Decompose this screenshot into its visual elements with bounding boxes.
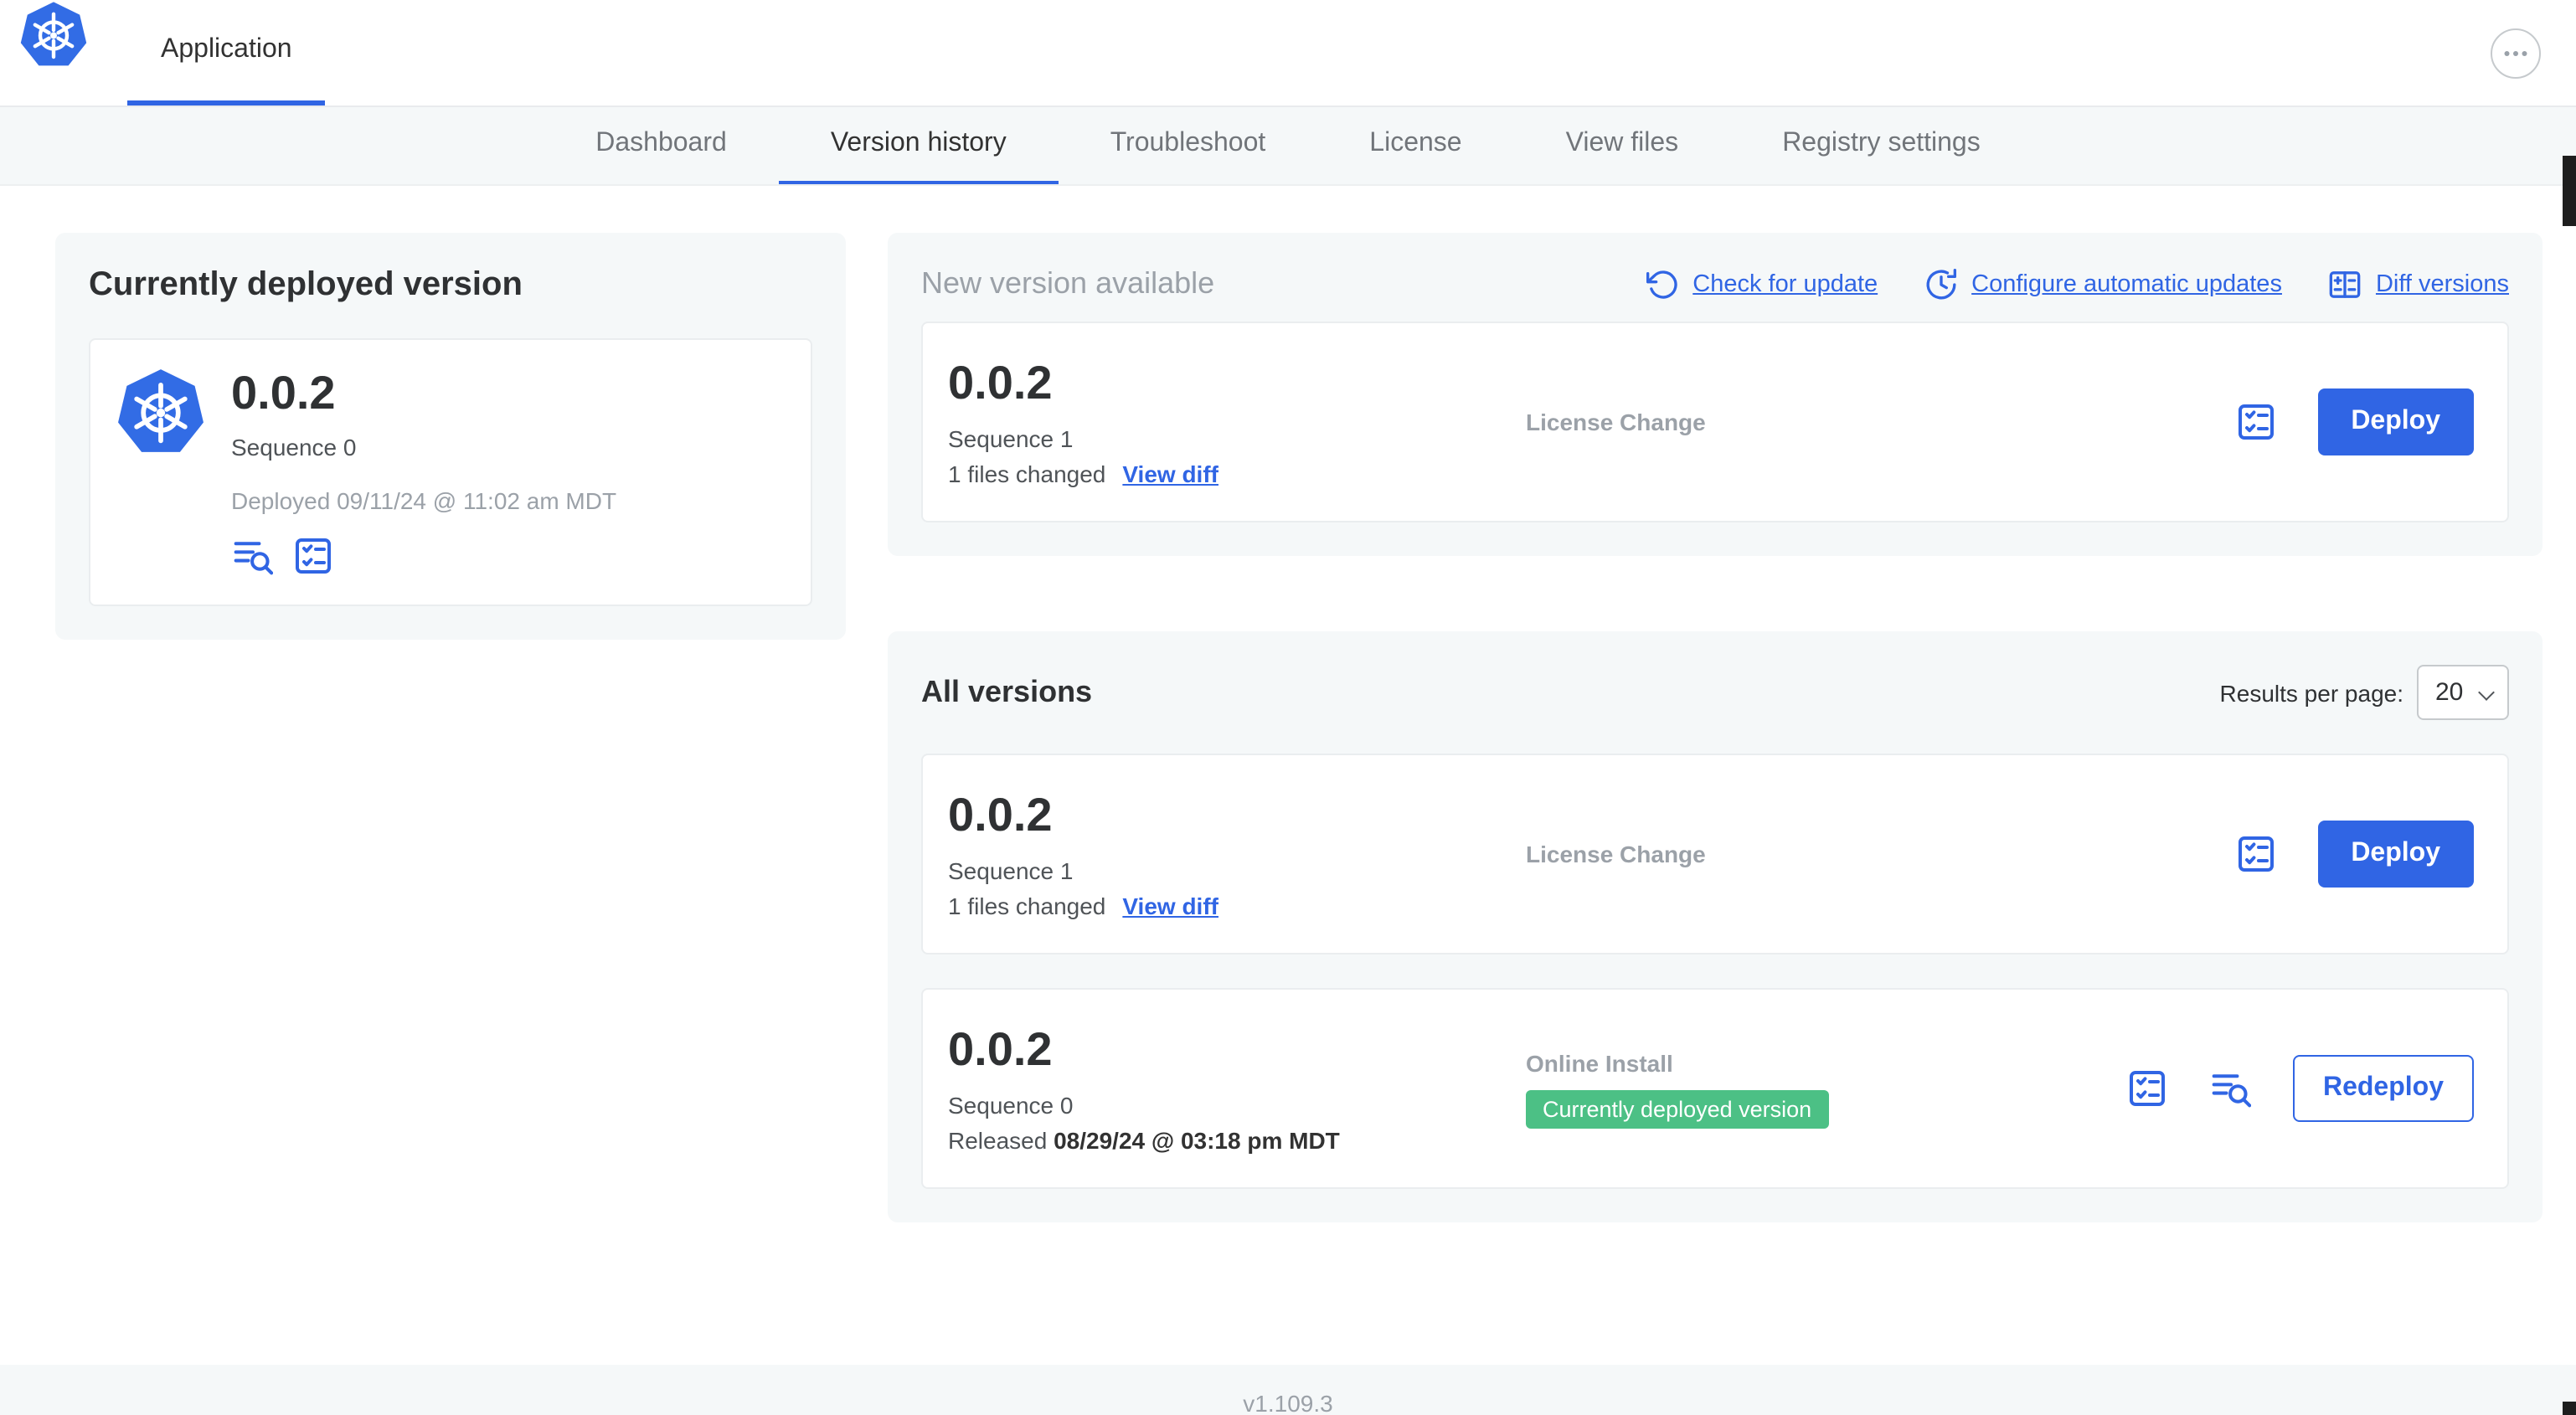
config-checklist-icon xyxy=(2235,402,2275,442)
version-actions: Check for update Configure automatic upd… xyxy=(1646,267,2509,301)
new-version-panel-head: New version available Check for update C… xyxy=(921,266,2509,301)
source-label: License Change xyxy=(1526,841,1706,867)
released-row: Released 08/29/24 @ 03:18 pm MDT xyxy=(948,1126,1526,1153)
view-config-button[interactable] xyxy=(2125,1067,2169,1110)
all-versions-panel: All versions Results per page: 20 0.0.2 xyxy=(888,631,2543,1222)
source-label: Online Install xyxy=(1526,1049,1673,1076)
version-number: 0.0.2 xyxy=(948,789,1053,841)
current-version-info: 0.0.2 Sequence 0 Deployed 09/11/24 @ 11:… xyxy=(231,367,616,578)
results-per-page-label: Results per page: xyxy=(2219,679,2403,706)
view-config-button[interactable] xyxy=(2233,400,2277,444)
version-card-actions: Deploy xyxy=(2233,821,2474,888)
version-number: 0.0.2 xyxy=(948,1023,1053,1076)
header-spacer xyxy=(326,0,2491,105)
tab-troubleshoot[interactable]: Troubleshoot xyxy=(1059,107,1318,184)
release-notes-button[interactable] xyxy=(2209,1067,2253,1110)
results-per-page: Results per page: 20 xyxy=(2220,665,2509,720)
current-version-sequence: Sequence 0 xyxy=(231,434,357,461)
version-info: 0.0.2 Sequence 1 1 files changed View di… xyxy=(948,358,1526,486)
refresh-icon xyxy=(1646,267,1679,301)
version-row: 0.0.2 Sequence 0 Released 08/29/24 @ 03:… xyxy=(921,988,2509,1189)
check-for-update-label: Check for update xyxy=(1692,270,1878,297)
clock-update-icon xyxy=(1924,267,1958,301)
release-notes-icon xyxy=(233,536,273,576)
app-footer: v1.109.3 xyxy=(0,1365,2576,1415)
version-sequence: Sequence 0 xyxy=(948,1091,1074,1119)
version-row: 0.0.2 Sequence 1 1 files changed View di… xyxy=(921,754,2509,954)
config-checklist-icon xyxy=(2127,1068,2167,1109)
new-version-title: New version available xyxy=(921,266,1215,300)
version-sequence: Sequence 1 xyxy=(948,424,1074,452)
version-source: License Change xyxy=(1526,409,2233,435)
kots-admin-console: Application Dashboard Version history Tr… xyxy=(0,0,2576,1415)
tab-view-files[interactable]: View files xyxy=(1514,107,1731,184)
all-versions-title: All versions xyxy=(921,675,1093,708)
release-notes-button[interactable] xyxy=(231,534,275,578)
results-per-page-select-wrap: 20 xyxy=(2417,665,2509,720)
kubernetes-logo xyxy=(117,367,204,454)
all-versions-panel-head: All versions Results per page: 20 xyxy=(921,665,2509,720)
configure-automatic-updates-link[interactable]: Configure automatic updates xyxy=(1924,267,2282,301)
files-changed-label: 1 files changed xyxy=(948,892,1106,919)
config-checklist-icon xyxy=(2235,834,2275,874)
check-for-update-link[interactable]: Check for update xyxy=(1646,267,1878,301)
deploy-button[interactable]: Deploy xyxy=(2317,821,2474,888)
diff-versions-label: Diff versions xyxy=(2375,270,2509,297)
app-subnav: Dashboard Version history Troubleshoot L… xyxy=(0,107,2576,186)
tab-dashboard[interactable]: Dashboard xyxy=(544,107,779,184)
tab-version-history[interactable]: Version history xyxy=(778,107,1059,184)
redeploy-button[interactable]: Redeploy xyxy=(2292,1055,2474,1122)
configure-automatic-updates-label: Configure automatic updates xyxy=(1971,270,2282,297)
files-changed-label: 1 files changed xyxy=(948,460,1106,487)
tab-license[interactable]: License xyxy=(1317,107,1513,184)
results-per-page-select[interactable]: 20 xyxy=(2417,665,2509,720)
files-changed-row: 1 files changed View diff xyxy=(948,460,1526,486)
console-version: v1.109.3 xyxy=(1243,1390,1333,1415)
config-checklist-icon xyxy=(293,536,333,576)
currently-deployed-panel: Currently deployed version 0.0.2 Sequenc… xyxy=(55,233,846,641)
current-version-deployed-at: Deployed 09/11/24 @ 11:02 am MDT xyxy=(231,487,617,515)
current-version-number: 0.0.2 xyxy=(231,367,336,419)
version-sequence: Sequence 1 xyxy=(948,857,1074,884)
version-source: Online Install Currently deployed versio… xyxy=(1526,1049,2125,1128)
released-date: 08/29/24 @ 03:18 pm MDT xyxy=(1054,1126,1340,1154)
currently-deployed-badge: Currently deployed version xyxy=(1526,1089,1829,1128)
current-version-actions xyxy=(231,534,616,578)
scrollbar-corner xyxy=(2563,1402,2576,1415)
scrollbar-thumb[interactable] xyxy=(2563,156,2576,226)
more-menu-button[interactable] xyxy=(2491,28,2541,78)
app-header: Application xyxy=(0,0,2576,107)
new-version-panel: New version available Check for update C… xyxy=(888,233,2543,556)
view-config-button[interactable] xyxy=(291,534,335,578)
diff-icon xyxy=(2329,267,2362,301)
right-column: New version available Check for update C… xyxy=(888,233,2543,1222)
kubernetes-logo xyxy=(20,0,87,105)
version-number: 0.0.2 xyxy=(948,357,1053,409)
tab-application-label: Application xyxy=(161,35,292,64)
ellipsis-icon xyxy=(2501,38,2531,68)
view-diff-link[interactable]: View diff xyxy=(1122,892,1218,918)
version-info: 0.0.2 Sequence 0 Released 08/29/24 @ 03:… xyxy=(948,1024,1526,1153)
view-config-button[interactable] xyxy=(2233,832,2277,876)
new-version-card: 0.0.2 Sequence 1 1 files changed View di… xyxy=(921,322,2509,522)
released-label: Released xyxy=(948,1126,1048,1154)
currently-deployed-card: 0.0.2 Sequence 0 Deployed 09/11/24 @ 11:… xyxy=(89,338,812,607)
view-diff-link[interactable]: View diff xyxy=(1122,460,1218,486)
main-content: Currently deployed version 0.0.2 Sequenc… xyxy=(0,186,2576,1365)
version-card-actions: Deploy xyxy=(2233,388,2474,455)
tab-registry-settings[interactable]: Registry settings xyxy=(1730,107,2032,184)
diff-versions-link[interactable]: Diff versions xyxy=(2329,267,2509,301)
version-info: 0.0.2 Sequence 1 1 files changed View di… xyxy=(948,790,1526,918)
version-source: License Change xyxy=(1526,841,2233,867)
files-changed-row: 1 files changed View diff xyxy=(948,892,1526,918)
release-notes-icon xyxy=(2211,1068,2251,1109)
source-label: License Change xyxy=(1526,409,1706,435)
currently-deployed-title: Currently deployed version xyxy=(89,266,523,303)
tab-application[interactable]: Application xyxy=(127,0,326,105)
version-card-actions: Redeploy xyxy=(2125,1055,2474,1122)
deploy-button[interactable]: Deploy xyxy=(2317,388,2474,455)
